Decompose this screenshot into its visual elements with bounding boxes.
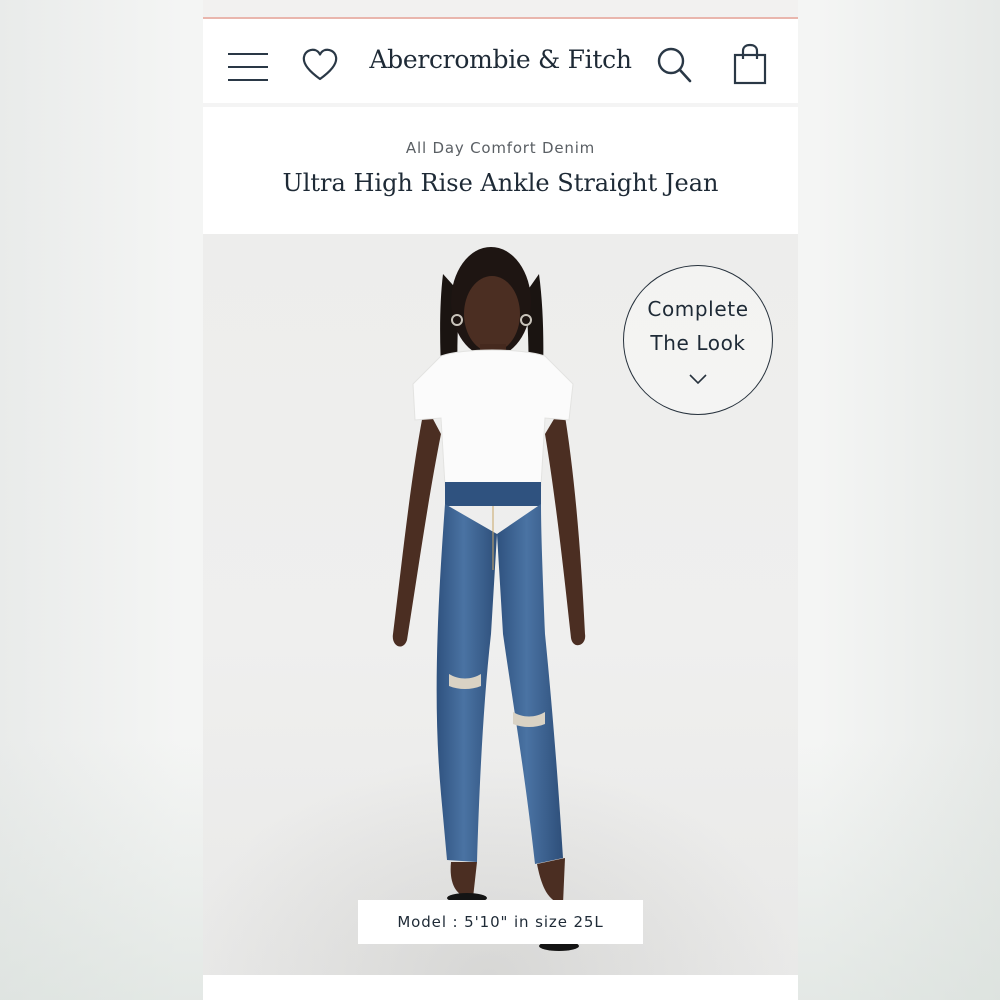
hamburger-menu-icon[interactable] (228, 53, 268, 81)
content-below (203, 975, 798, 1000)
brand-logo[interactable]: Abercrombie & Fitch (353, 45, 648, 74)
product-title: Ultra High Rise Ankle Straight Jean (282, 169, 719, 197)
search-icon[interactable] (656, 46, 692, 84)
model-info-label: Model : 5'10" in size 25L (358, 900, 643, 944)
shopping-bag-icon[interactable] (733, 43, 767, 85)
phone-screen: Abercrombie & Fitch All Day Comfort Deni… (203, 0, 798, 1000)
complete-the-look-label: Complete The Look (647, 297, 749, 355)
product-image[interactable]: Complete The Look Model : 5'10" in size … (203, 234, 798, 975)
status-strip (203, 0, 798, 17)
model-photo (392, 247, 586, 951)
complete-the-look-button[interactable]: Complete The Look (623, 265, 773, 415)
site-header: Abercrombie & Fitch (203, 19, 798, 107)
collection-label: All Day Comfort Denim (405, 139, 596, 157)
product-heading: All Day Comfort Denim Ultra High Rise An… (203, 107, 798, 234)
chevron-down-icon (688, 372, 708, 385)
heart-icon[interactable] (301, 47, 339, 83)
